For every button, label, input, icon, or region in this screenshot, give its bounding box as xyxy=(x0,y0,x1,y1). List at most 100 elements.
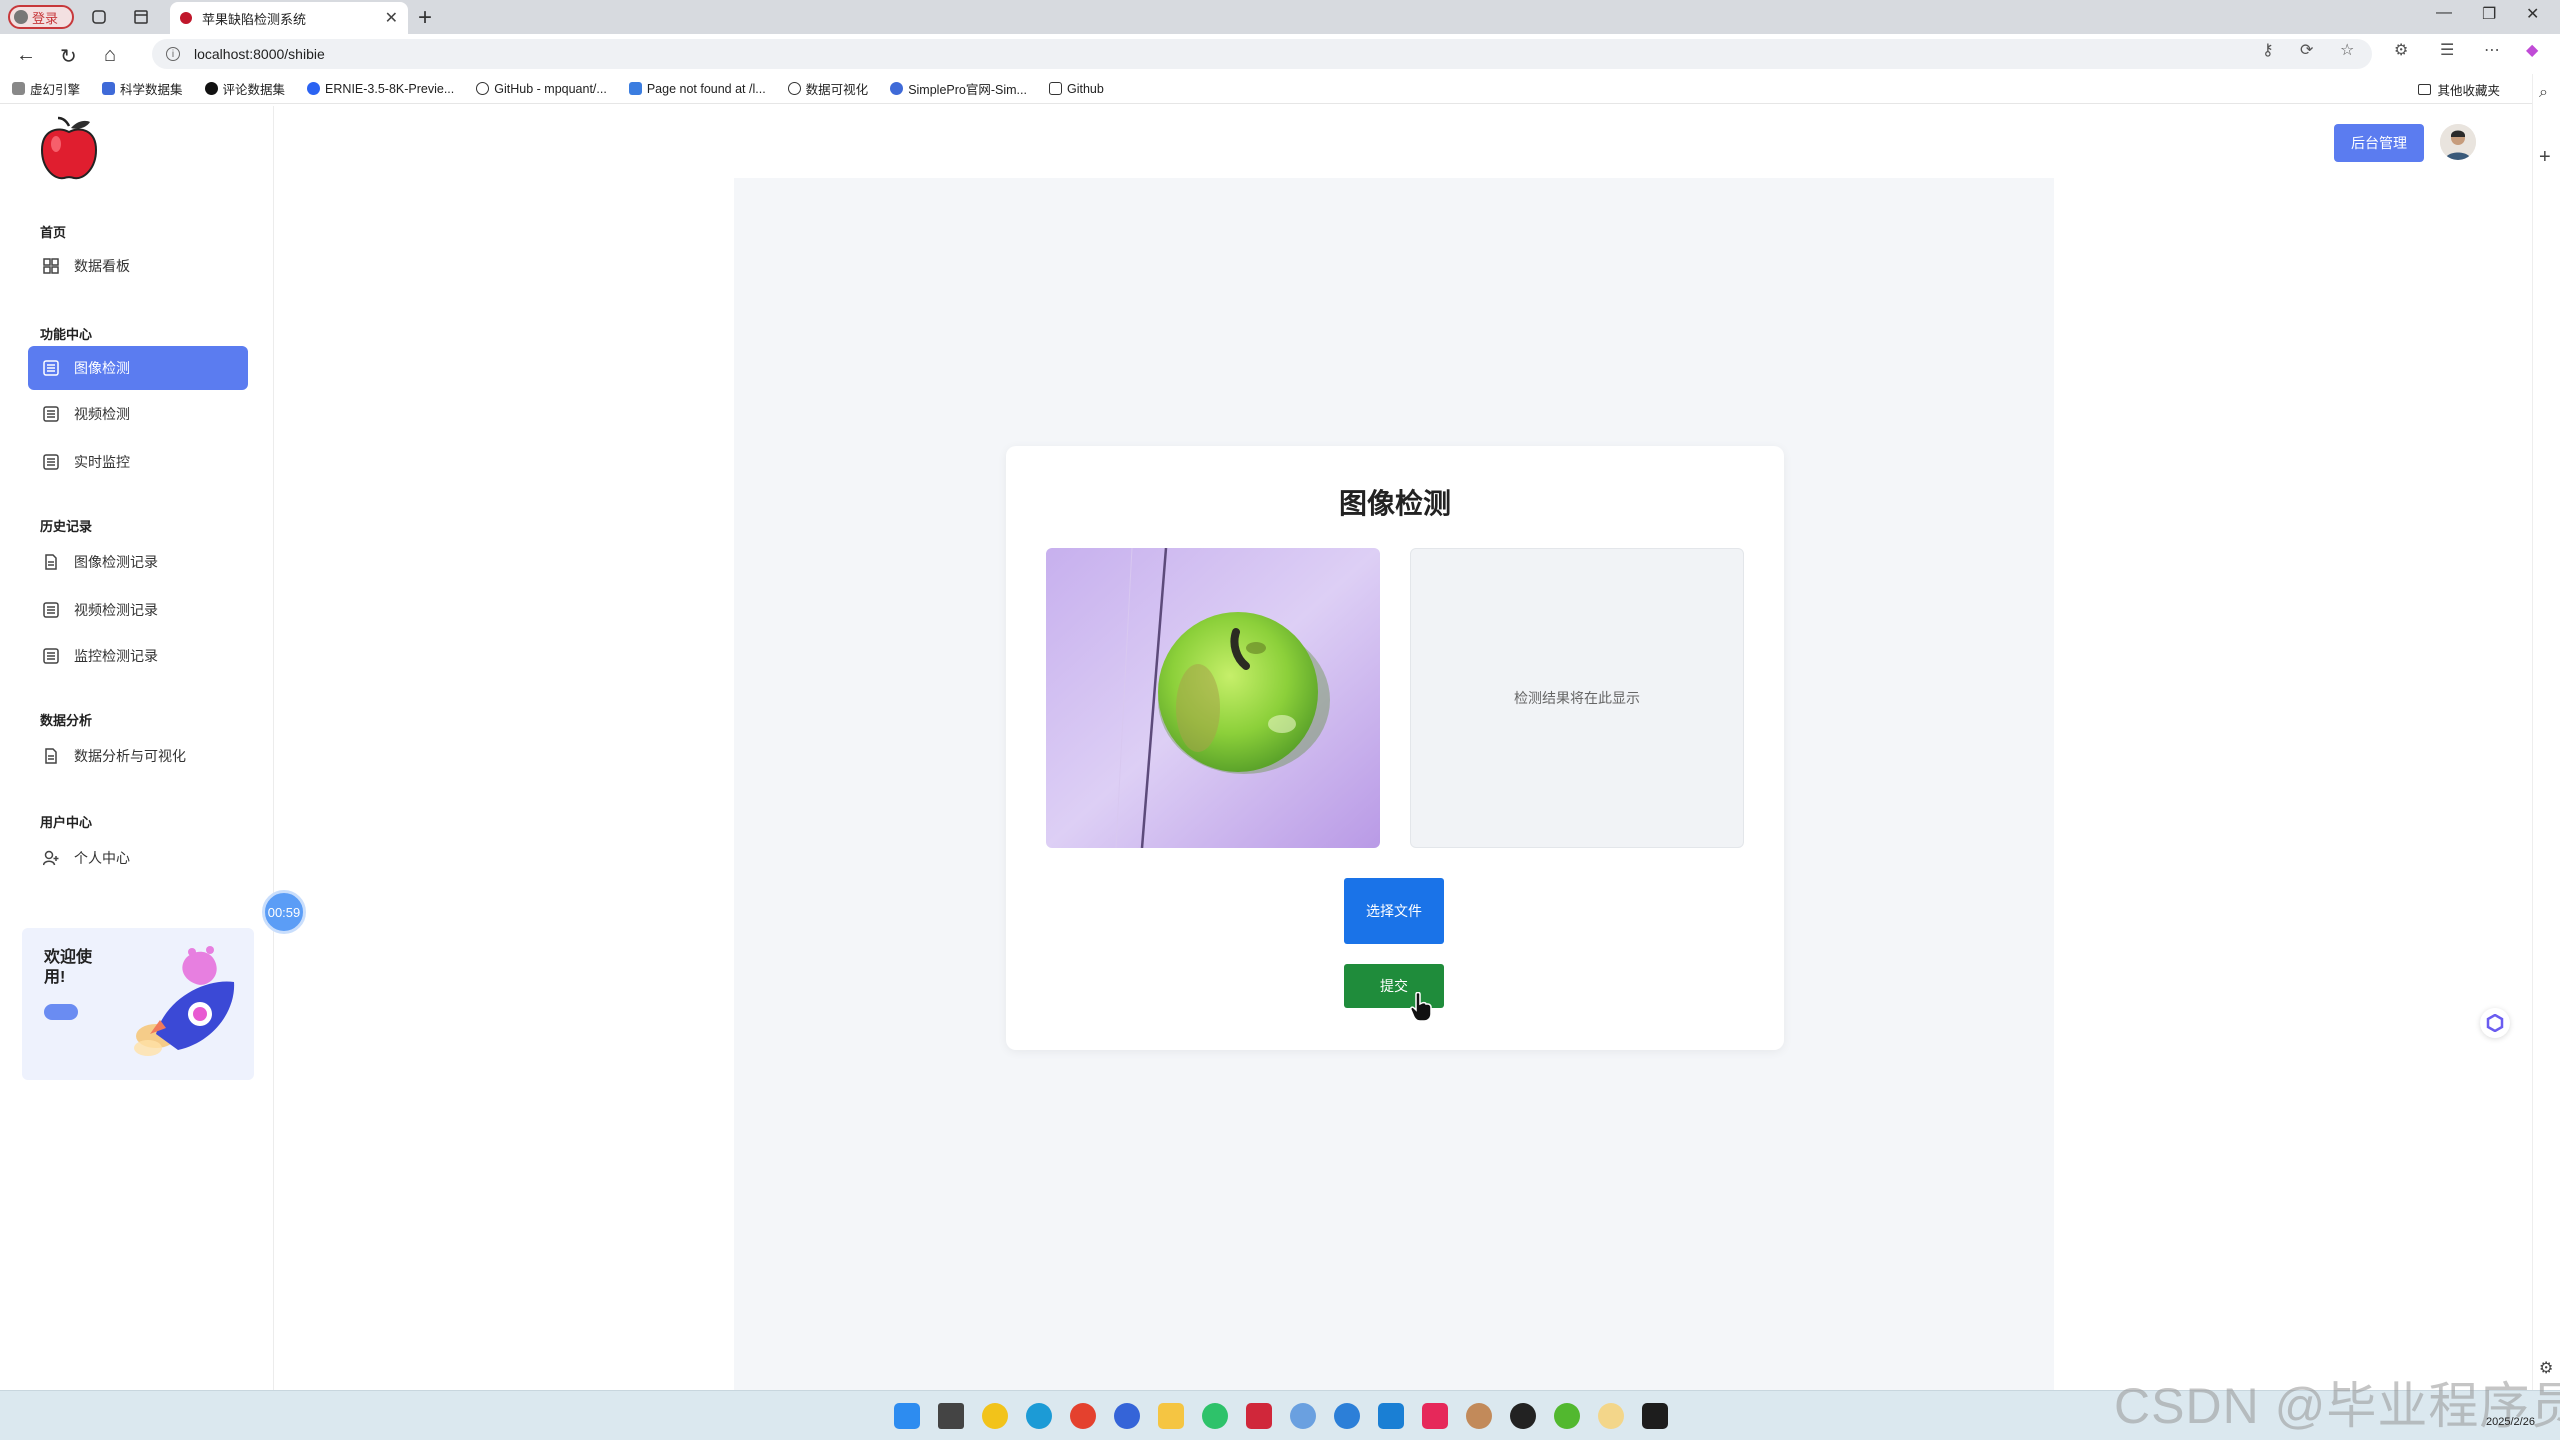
tab-active[interactable]: 苹果缺陷检测系统 ✕ xyxy=(170,2,408,34)
app-search-icon[interactable] xyxy=(1334,1403,1360,1429)
new-tab-icon[interactable]: + xyxy=(418,4,432,32)
star-icon[interactable]: ☆ xyxy=(2340,40,2354,60)
file-explorer-icon[interactable] xyxy=(1158,1403,1184,1429)
chrome-browser-icon[interactable] xyxy=(1070,1403,1096,1429)
profile-icon xyxy=(14,10,28,24)
more-icon[interactable]: ⋯ xyxy=(2484,40,2500,60)
bookmark-label: Github xyxy=(1066,81,1104,96)
sidebar-item-realtime-monitor[interactable]: 实时监控 xyxy=(28,440,248,484)
bookmark-item[interactable]: 数据可视化 xyxy=(787,79,868,98)
section-title-home: 首页 xyxy=(40,225,67,240)
bookmark-item[interactable]: Page not found at /l... xyxy=(628,82,766,96)
address-bar-row: ← ↻ ⌂ i localhost:8000/shibie ⚷ ⟳ ☆ ⚙ ☰ … xyxy=(0,34,2560,74)
restore-icon[interactable]: ❐ xyxy=(2482,4,2496,24)
app-green-icon[interactable] xyxy=(1554,1403,1580,1429)
url-field[interactable]: i localhost:8000/shibie xyxy=(152,39,2372,69)
sidebar-item-label: 图像检测 xyxy=(74,360,130,376)
app-circle-icon[interactable] xyxy=(1114,1403,1140,1429)
green-apple-photo xyxy=(1046,548,1380,848)
url-text: localhost:8000/shibie xyxy=(194,46,325,62)
sidebar: 首页 数据看板 功能中心 图像检测 视频检测 实时监控 历史记录 图像检测记录 … xyxy=(4,106,274,1390)
document-icon xyxy=(42,553,60,571)
edge-browser-icon[interactable] xyxy=(1026,1403,1052,1429)
key-icon[interactable]: ⚷ xyxy=(2262,40,2274,60)
sidebar-item-dashboard[interactable]: 数据看板 xyxy=(28,244,248,288)
admin-button[interactable]: 后台管理 xyxy=(2334,124,2424,162)
bookmark-label: 科学数据集 xyxy=(120,83,183,97)
add-icon[interactable]: + xyxy=(2539,146,2551,169)
home-icon[interactable]: ⌂ xyxy=(104,44,116,67)
workspaces-icon[interactable] xyxy=(88,6,110,28)
bookmark-item[interactable]: 评论数据集 xyxy=(204,79,286,98)
app-shield-icon[interactable] xyxy=(982,1403,1008,1429)
sidebar-item-image-detection[interactable]: 图像检测 xyxy=(28,346,248,390)
copilot-icon[interactable]: ◆ xyxy=(2526,40,2538,60)
bookmarks-bar: 虚幻引擎 科学数据集 评论数据集 ERNIE-3.5-8K-Previe... … xyxy=(0,74,2560,104)
bookmark-item[interactable]: 科学数据集 xyxy=(102,79,183,98)
close-tab-icon[interactable]: ✕ xyxy=(385,8,398,28)
bookmark-label: SimplePro官网-Sim... xyxy=(908,83,1027,97)
timer-badge[interactable]: 00:59 xyxy=(262,890,306,934)
bookmark-icon xyxy=(102,82,116,95)
app-flower-icon[interactable] xyxy=(1290,1403,1316,1429)
bookmark-label: 虚幻引擎 xyxy=(30,83,81,97)
sidebar-item-label: 视频检测 xyxy=(74,406,130,422)
translate-icon[interactable]: ⟳ xyxy=(2300,40,2313,60)
favorites-icon[interactable]: ☰ xyxy=(2440,40,2454,60)
list-icon xyxy=(42,647,60,665)
minimize-icon[interactable]: — xyxy=(2436,4,2452,22)
vscode-icon[interactable] xyxy=(1378,1403,1404,1429)
avatar[interactable] xyxy=(2440,124,2476,160)
extensions-icon[interactable]: ⚙ xyxy=(2394,40,2408,60)
apple-logo-icon xyxy=(40,116,98,180)
bookmark-label: GitHub - mpquant/... xyxy=(494,81,607,96)
tab-actions-icon[interactable] xyxy=(130,6,152,28)
sidebar-item-label: 图像检测记录 xyxy=(74,554,158,570)
sidebar-item-video-detection[interactable]: 视频检测 xyxy=(28,392,248,436)
globe-icon xyxy=(787,82,801,95)
welcome-button[interactable] xyxy=(44,1004,78,1020)
bookmark-icon xyxy=(628,82,642,95)
site-info-icon[interactable]: i xyxy=(166,47,180,61)
qq-icon[interactable] xyxy=(1510,1403,1536,1429)
assistant-float-icon[interactable] xyxy=(2480,1008,2510,1038)
windows-start-icon[interactable] xyxy=(894,1403,920,1429)
app-person-icon[interactable] xyxy=(1466,1403,1492,1429)
task-view-icon[interactable] xyxy=(938,1403,964,1429)
folder-icon xyxy=(1048,82,1062,95)
sidebar-item-label: 监控检测记录 xyxy=(74,648,158,664)
search-icon[interactable]: ⌕ xyxy=(2539,84,2548,102)
sidebar-item-monitor-records[interactable]: 监控检测记录 xyxy=(28,634,248,678)
other-bookmarks[interactable]: 其他收藏夹 xyxy=(2418,80,2500,99)
choose-file-button[interactable]: 选择文件 xyxy=(1344,878,1444,944)
wechat-icon[interactable] xyxy=(1202,1403,1228,1429)
welcome-card: 欢迎使用! xyxy=(22,928,254,1080)
bookmark-label: 评论数据集 xyxy=(222,83,286,97)
back-icon[interactable]: ← xyxy=(16,44,36,67)
pycharm-icon[interactable] xyxy=(1642,1403,1668,1429)
folder-icon xyxy=(2418,84,2432,95)
app-yellow-icon[interactable] xyxy=(1598,1403,1624,1429)
section-title-analysis: 数据分析 xyxy=(40,713,93,728)
close-window-icon[interactable]: ✕ xyxy=(2526,4,2539,24)
sidebar-item-label: 个人中心 xyxy=(74,850,130,866)
section-title-functions: 功能中心 xyxy=(40,327,93,342)
sidebar-item-video-records[interactable]: 视频检测记录 xyxy=(28,588,248,632)
bookmark-icon xyxy=(12,82,25,95)
section-title-history: 历史记录 xyxy=(40,519,93,534)
bookmark-item[interactable]: Github xyxy=(1048,81,1104,96)
bookmark-item[interactable]: GitHub - mpquant/... xyxy=(476,82,607,96)
other-bookmarks-label: 其他收藏夹 xyxy=(2437,84,2500,98)
bookmark-item[interactable]: 虚幻引擎 xyxy=(12,79,80,98)
bookmark-item[interactable]: SimplePro官网-Sim... xyxy=(890,79,1027,98)
bookmark-item[interactable]: ERNIE-3.5-8K-Previe... xyxy=(307,82,454,96)
welcome-text: 欢迎使用! xyxy=(44,949,93,986)
sidebar-item-label: 实时监控 xyxy=(74,454,130,470)
app-bottle-icon[interactable] xyxy=(1246,1403,1272,1429)
refresh-icon[interactable]: ↻ xyxy=(60,44,77,69)
app-pink-icon[interactable] xyxy=(1422,1403,1448,1429)
sidebar-item-image-records[interactable]: 图像检测记录 xyxy=(28,540,248,584)
profile-button[interactable]: 登录 xyxy=(8,5,74,29)
sidebar-item-data-analysis[interactable]: 数据分析与可视化 xyxy=(28,734,248,778)
sidebar-item-profile[interactable]: 个人中心 xyxy=(28,836,248,880)
